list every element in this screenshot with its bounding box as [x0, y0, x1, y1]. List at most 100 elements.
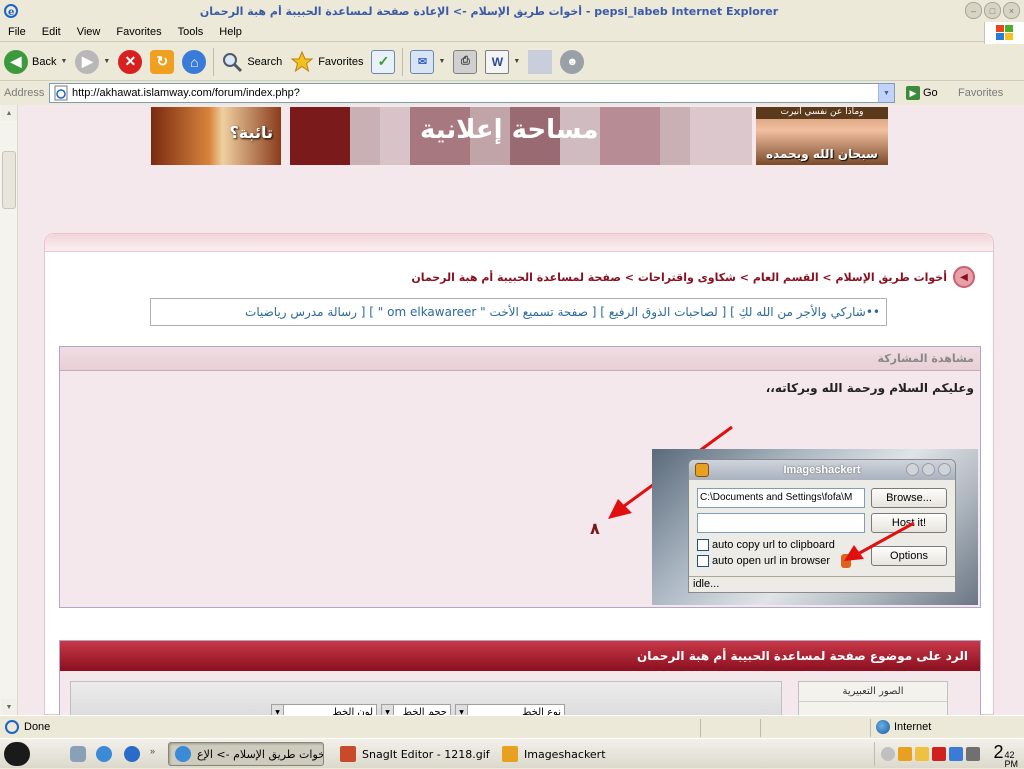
go-button[interactable]: ▶ Go	[906, 86, 938, 100]
marquee-text[interactable]: ••شاركي والأجر من الله لكِ ] [ لصاحبات ا…	[245, 305, 886, 319]
banner-ad[interactable]: مساحة إعلانية	[290, 107, 752, 165]
discuss-button[interactable]	[524, 47, 556, 77]
tray-network-icon[interactable]	[949, 747, 963, 761]
format-toolbar: ▼ لون الخط ▼ حجم الخط ▼ نوع الخط	[70, 681, 782, 715]
mail-button[interactable]: ✉ ▼	[406, 47, 449, 77]
task-ie[interactable]: أخوات طريق الإسلام -> الإع...	[168, 742, 324, 766]
content-viewport: ▲ ▼ تائبة؟ مساحة إعلانية وماذا عن نفسي أ…	[0, 105, 1024, 715]
go-arrow-icon: ▶	[906, 86, 920, 100]
chevron-down-icon[interactable]: ▼	[60, 58, 67, 65]
font-size-select[interactable]: ▼ حجم الخط	[381, 704, 451, 715]
imageshack-titlebar: Imageshackert	[689, 460, 955, 480]
refresh-button[interactable]: ↻	[146, 47, 178, 77]
banner-right[interactable]: وماذا عن نفسي أنيرت سبحان الله وبحمده	[756, 107, 888, 165]
imageshack-status: idle...	[689, 576, 955, 592]
close-button[interactable]: ×	[1003, 2, 1020, 19]
post-greeting: وعليكم السلام ورحمة الله وبركاته،،	[765, 381, 974, 395]
messenger-button[interactable]: ☻	[556, 47, 588, 77]
tray-mail-icon[interactable]	[915, 747, 929, 761]
vertical-scrollbar[interactable]: ▲ ▼	[0, 105, 18, 715]
discuss-icon	[528, 49, 553, 74]
maximize-button[interactable]: □	[984, 2, 1001, 19]
forward-button[interactable]: ▶ ▼	[71, 47, 114, 77]
globe-icon	[876, 720, 890, 734]
refresh-icon: ↻	[150, 49, 175, 74]
clock-hour: 2	[993, 742, 1004, 762]
reply-header: الرد على موضوع صفحة لمساعدة الحبيبة أم ه…	[60, 641, 980, 671]
task-imageshack[interactable]: Imageshackert	[496, 742, 652, 766]
back-circle-icon[interactable]: ◀	[953, 266, 975, 288]
penguin-icon[interactable]	[4, 742, 30, 766]
address-input[interactable]: http://akhawat.islamway.com/forum/index.…	[49, 83, 895, 103]
ie-quicklaunch-icon[interactable]	[96, 746, 112, 762]
menu-file[interactable]: File	[0, 26, 34, 38]
favorites-button[interactable]: Favorites	[286, 47, 367, 77]
scroll-thumb[interactable]	[2, 151, 16, 209]
messenger-icon: ☻	[560, 49, 585, 74]
status-bar: Done Internet	[0, 715, 1024, 738]
printer-icon: ⎙	[453, 49, 478, 74]
clock[interactable]: 2 42 PM	[993, 742, 1018, 769]
imageshack-title: Imageshackert	[783, 464, 861, 476]
messenger-quicklaunch-icon[interactable]	[124, 746, 140, 762]
address-label: Address	[4, 87, 45, 99]
tray-k-icon[interactable]	[932, 747, 946, 761]
search-icon	[223, 52, 243, 72]
banner-left[interactable]: تائبة؟	[151, 107, 281, 165]
imageshack-task-icon	[502, 746, 518, 762]
chevron-down-icon[interactable]: ▼	[513, 58, 520, 65]
edit-button[interactable]: W ▼	[481, 47, 524, 77]
ie-icon: e	[4, 4, 18, 18]
go-label: Go	[923, 87, 938, 99]
browse-button: Browse...	[871, 488, 947, 508]
reply-header-text: الرد على موضوع صفحة لمساعدة الحبيبة أم ه…	[637, 649, 968, 663]
back-button[interactable]: ◀ Back ▼	[0, 47, 71, 77]
desktop-icon[interactable]	[70, 746, 86, 762]
topics-marquee[interactable]: ••شاركي والأجر من الله لكِ ] [ لصاحبات ا…	[150, 298, 887, 326]
quicklaunch-more-icon[interactable]: »	[150, 746, 155, 756]
emoji-header: الصور التعبيرية	[799, 682, 947, 702]
tray-imageshack-icon[interactable]	[898, 747, 912, 761]
menu-bar: File Edit View Favorites Tools Help	[0, 22, 1024, 44]
task-snagit[interactable]: SnagIt Editor - 1218.gif	[334, 742, 490, 766]
menu-tools[interactable]: Tools	[170, 26, 212, 38]
history-icon: ✓	[371, 49, 396, 74]
scroll-up-icon[interactable]: ▲	[1, 105, 17, 121]
web-page: تائبة؟ مساحة إعلانية وماذا عن نفسي أنيرت…	[18, 105, 1024, 715]
tray-expand-icon[interactable]	[881, 747, 895, 761]
chevron-down-icon[interactable]: ▼	[382, 705, 394, 715]
chevron-down-icon[interactable]: ▼	[103, 58, 110, 65]
menu-edit[interactable]: Edit	[34, 26, 69, 38]
home-button[interactable]: ⌂	[178, 47, 210, 77]
home-icon: ⌂	[182, 49, 207, 74]
stop-button[interactable]: ✕	[114, 47, 146, 77]
chevron-down-icon[interactable]: ▼	[878, 84, 894, 102]
menu-favorites[interactable]: Favorites	[108, 26, 169, 38]
favorites-link[interactable]: Favorites	[958, 87, 1003, 99]
font-type-select[interactable]: ▼ نوع الخط	[455, 704, 565, 715]
chevron-down-icon[interactable]: ▼	[272, 705, 284, 715]
auto-open-label: auto open url in browser	[712, 555, 831, 567]
imageshack-app-icon	[695, 463, 709, 477]
menu-view[interactable]: View	[69, 26, 109, 38]
minimize-button[interactable]: –	[965, 2, 982, 19]
reply-block: الرد على موضوع صفحة لمساعدة الحبيبة أم ه…	[59, 640, 981, 715]
tray-volume-icon[interactable]	[966, 747, 980, 761]
chevron-down-icon[interactable]: ▼	[438, 58, 445, 65]
forum-panel: ◀ أخوات طريق الإسلام > القسم العام > شكا…	[44, 233, 994, 715]
stop-icon: ✕	[118, 49, 143, 74]
menu-help[interactable]: Help	[211, 26, 250, 38]
history-button[interactable]: ✓	[367, 47, 399, 77]
breadcrumb-text[interactable]: أخوات طريق الإسلام > القسم العام > شكاوى…	[411, 271, 947, 284]
search-button[interactable]: Search	[217, 47, 286, 77]
chevron-down-icon[interactable]: ▼	[456, 705, 468, 715]
taskbar: » أخوات طريق الإسلام -> الإع... SnagIt E…	[0, 738, 1024, 769]
banner-right-text: سبحان الله وبحمده	[766, 147, 878, 161]
print-button[interactable]: ⎙	[449, 47, 481, 77]
title-bar: e أخوات طريق الإسلام -> الإعادة صفحة لمس…	[0, 0, 1024, 22]
font-color-select[interactable]: ▼ لون الخط	[271, 704, 377, 715]
scroll-down-icon[interactable]: ▼	[1, 699, 17, 715]
emoji-panel: الصور التعبيرية	[798, 681, 948, 715]
banner-right-top: وماذا عن نفسي أنيرت	[756, 107, 888, 119]
embedded-screenshot: Imageshackert C:\Documents and Settings\…	[652, 449, 978, 605]
